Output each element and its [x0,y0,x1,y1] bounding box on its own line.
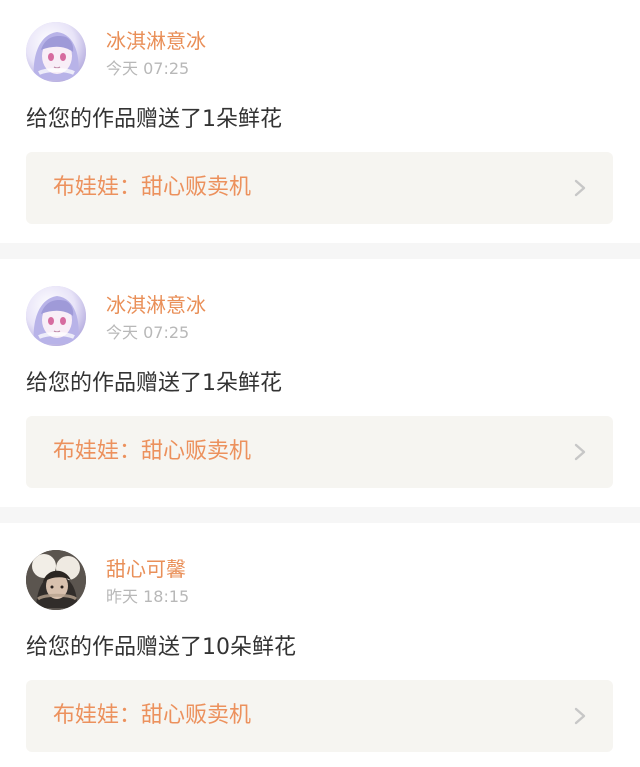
photo-avatar-icon [26,550,86,610]
work-title: 布娃娃：甜心贩卖机 [53,703,252,728]
user-avatar[interactable] [26,22,86,82]
work-link-card[interactable]: 布娃娃：甜心贩卖机 [26,152,613,224]
chevron-right-icon [574,707,586,725]
timestamp: 昨天 18:15 [106,587,190,606]
anime-avatar-icon [26,286,86,346]
list-item: 冰淇淋意冰 今天 07:25 给您的作品赠送了1朵鲜花 布娃娃：甜心贩卖机 [0,259,640,504]
username[interactable]: 冰淇淋意冰 [106,293,206,317]
work-link-card[interactable]: 布娃娃：甜心贩卖机 [26,680,613,752]
work-title: 布娃娃：甜心贩卖机 [53,175,252,200]
user-avatar[interactable] [26,550,86,610]
gift-message: 给您的作品赠送了1朵鲜花 [26,107,282,132]
work-title: 布娃娃：甜心贩卖机 [53,439,252,464]
user-avatar[interactable] [26,286,86,346]
gift-message: 给您的作品赠送了10朵鲜花 [26,635,296,660]
list-item: 冰淇淋意冰 今天 07:25 给您的作品赠送了1朵鲜花 布娃娃：甜心贩卖机 [0,0,640,240]
chevron-right-icon [574,179,586,197]
username[interactable]: 冰淇淋意冰 [106,29,206,53]
gift-message: 给您的作品赠送了1朵鲜花 [26,371,282,396]
section-divider [0,243,640,259]
list-item: 甜心可馨 昨天 18:15 给您的作品赠送了10朵鲜花 布娃娃：甜心贩卖机 [0,523,640,767]
section-divider [0,507,640,523]
work-link-card[interactable]: 布娃娃：甜心贩卖机 [26,416,613,488]
timestamp: 今天 07:25 [106,59,190,78]
username[interactable]: 甜心可馨 [106,557,186,581]
timestamp: 今天 07:25 [106,323,190,342]
gift-notification-feed: 冰淇淋意冰 今天 07:25 给您的作品赠送了1朵鲜花 布娃娃：甜心贩卖机 冰淇… [0,0,640,767]
chevron-right-icon [574,443,586,461]
anime-avatar-icon [26,22,86,82]
